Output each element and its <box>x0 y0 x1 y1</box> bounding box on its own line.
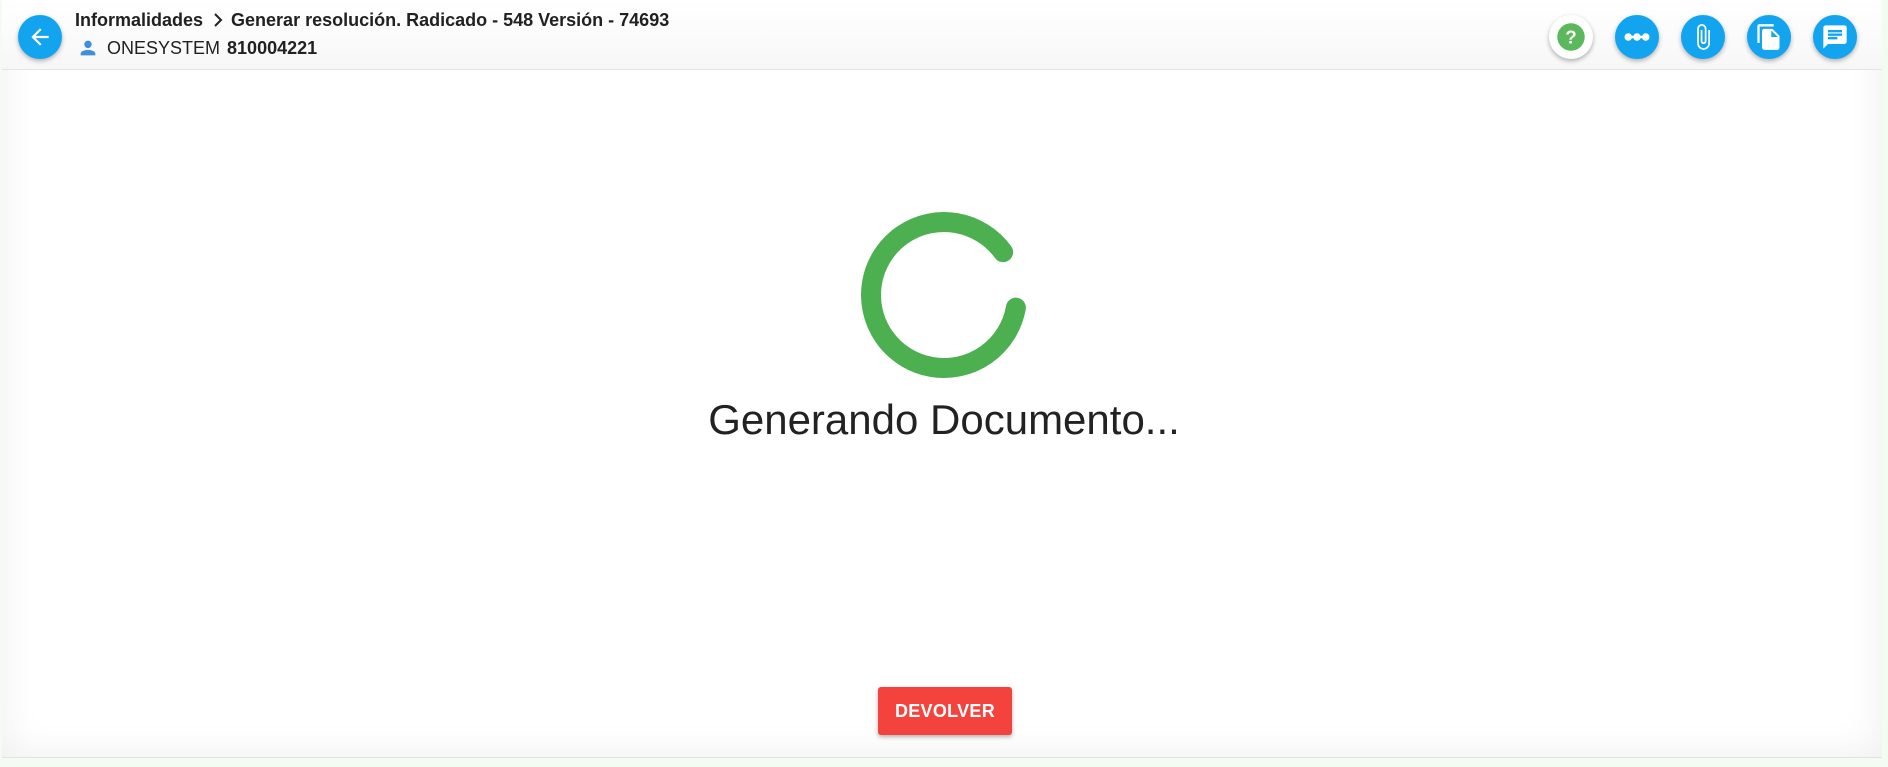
person-icon <box>77 37 99 59</box>
help-button[interactable]: ? <box>1549 15 1593 59</box>
comments-button[interactable] <box>1813 15 1857 59</box>
user-name: ONESYSTEM <box>107 37 221 58</box>
chevron-right-icon <box>211 12 225 28</box>
app-window: Informalidades Generar resolución. Radic… <box>2 0 1882 758</box>
loading-message: Generando Documento... <box>708 396 1180 443</box>
loading-spinner <box>854 205 1034 385</box>
back-button[interactable] <box>18 15 62 59</box>
documents-icon <box>1757 24 1780 50</box>
attachment-button[interactable] <box>1681 15 1725 59</box>
flow-icon <box>1624 33 1650 41</box>
flow-button[interactable] <box>1615 15 1659 59</box>
breadcrumb-current: Generar resolución. Radicado - 548 Versi… <box>231 9 670 30</box>
spinner-icon <box>861 212 1027 378</box>
attachment-icon <box>1697 24 1710 50</box>
header-bar: Informalidades Generar resolución. Radic… <box>2 0 1882 70</box>
svg-text:?: ? <box>1565 26 1576 47</box>
help-icon: ? <box>1557 23 1585 51</box>
breadcrumb: Informalidades Generar resolución. Radic… <box>75 9 669 31</box>
return-button[interactable]: DEVOLVER <box>878 687 1012 735</box>
breadcrumb-parent[interactable]: Informalidades <box>75 10 203 31</box>
toolbar-actions: ? <box>1549 15 1879 59</box>
arrow-left-icon <box>31 28 49 46</box>
comments-icon <box>1823 25 1847 49</box>
user-id: 810004221 <box>227 37 318 58</box>
user-info: ONESYSTEM 810004221 <box>77 36 317 60</box>
documents-button[interactable] <box>1747 15 1791 59</box>
